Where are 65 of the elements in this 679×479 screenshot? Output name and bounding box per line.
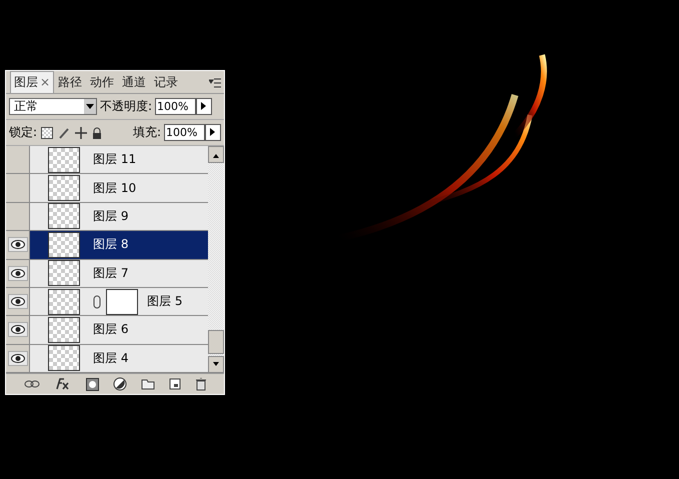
eye-icon [8, 294, 28, 310]
lock-label: 锁定: [9, 124, 38, 141]
layer-name: 图层 5 [147, 293, 182, 310]
visibility-toggle[interactable] [6, 174, 30, 202]
layer-row[interactable]: 图层 7 [30, 260, 208, 287]
layer-thumbnail [48, 146, 80, 173]
layer-row[interactable]: 图层 5 [30, 288, 208, 316]
visibility-toggle[interactable] [6, 231, 30, 258]
layer-thumbnail [48, 316, 80, 343]
layer-row[interactable]: 图层 8 [30, 231, 208, 258]
layer-name: 图层 6 [93, 321, 128, 338]
trash-icon[interactable] [194, 378, 206, 390]
layer-row[interactable]: 图层 9 [30, 202, 208, 230]
eye-icon [8, 322, 28, 338]
blend-mode-dropdown[interactable]: 正常 [9, 98, 97, 115]
fill-slider-button[interactable] [205, 124, 221, 141]
layer-row[interactable]: 图层 6 [30, 316, 208, 344]
layer-name: 图层 9 [93, 208, 128, 225]
panel-tab[interactable]: 图层 × [10, 71, 54, 93]
layer-name: 图层 7 [93, 264, 128, 282]
effects-icon[interactable] [54, 377, 72, 391]
panel-tab[interactable]: 路径 [54, 71, 86, 93]
move-icon[interactable] [75, 126, 88, 138]
link-icon [93, 294, 101, 309]
link-layers-icon[interactable] [24, 380, 40, 388]
mask-icon[interactable] [86, 378, 98, 390]
layer-name: 图层 10 [93, 180, 136, 197]
opacity-field[interactable]: 100% [155, 98, 196, 115]
panel-tab[interactable]: 动作 [86, 71, 118, 93]
fill-field[interactable]: 100% [164, 124, 205, 141]
layer-thumbnail [48, 232, 80, 258]
scrollbar[interactable] [208, 146, 224, 373]
fill-label: 填充: [132, 124, 161, 141]
lock-transparency-icon[interactable] [41, 126, 54, 138]
lock-icon[interactable] [92, 126, 102, 138]
folder-icon[interactable] [140, 378, 154, 390]
layer-mask-thumbnail [106, 288, 138, 315]
eye-icon [8, 350, 28, 366]
layer-thumbnail [48, 345, 80, 372]
visibility-toggle[interactable] [6, 146, 30, 174]
layer-row[interactable]: 图层 11 [30, 146, 208, 174]
layer-name: 图层 11 [93, 151, 136, 168]
layer-thumbnail [48, 175, 80, 202]
new-layer-icon[interactable] [168, 378, 180, 390]
layer-name: 图层 8 [93, 236, 128, 254]
panel-tab[interactable]: 通道 [118, 71, 150, 93]
visibility-toggle[interactable] [6, 344, 30, 372]
visibility-toggle[interactable] [6, 202, 30, 230]
layer-row[interactable]: 图层 10 [30, 174, 208, 202]
layer-thumbnail [48, 288, 80, 315]
layer-thumbnail [48, 260, 80, 286]
panel-tab[interactable]: 记录 [150, 71, 182, 93]
eye-icon [8, 266, 28, 281]
visibility-toggle[interactable] [6, 316, 30, 344]
adjustment-layer-icon[interactable] [112, 377, 126, 391]
visibility-toggle[interactable] [6, 288, 30, 316]
opacity-label: 不透明度: [100, 98, 152, 115]
layer-row[interactable]: 图层 4 [30, 344, 208, 372]
opacity-slider-button[interactable] [196, 98, 212, 115]
layer-thumbnail [48, 203, 80, 230]
panel-menu-icon[interactable] [209, 78, 221, 88]
close-tab-button[interactable]: × [40, 75, 50, 89]
layer-name: 图层 4 [93, 350, 128, 367]
visibility-toggle[interactable] [6, 260, 30, 287]
eye-icon [8, 237, 28, 252]
